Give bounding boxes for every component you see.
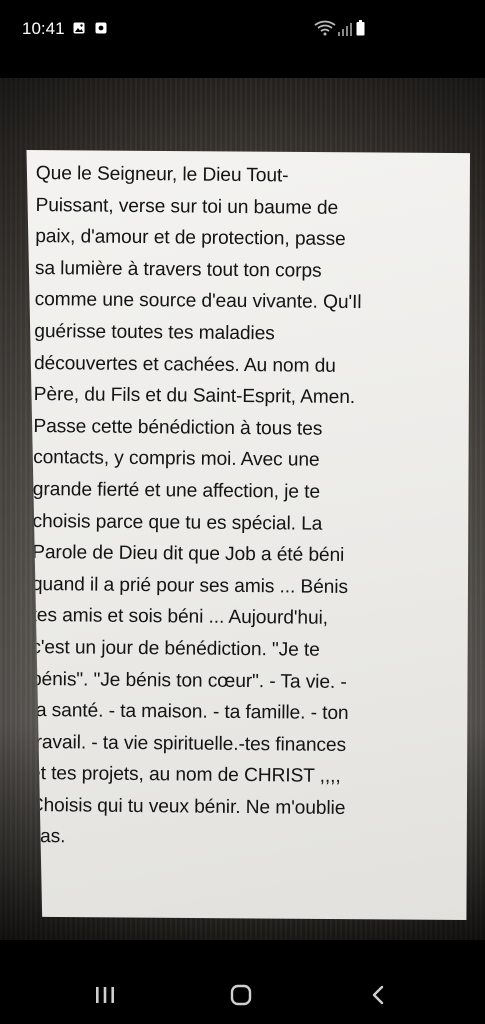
- home-button[interactable]: [229, 984, 253, 1006]
- wifi-icon: [314, 20, 336, 36]
- status-bar: 10:41: [0, 0, 485, 60]
- signal-icon: [338, 23, 352, 36]
- text-line: grande fierté et une affection, je te: [32, 478, 321, 503]
- photo: Que le Seigneur, le Dieu Tout- Puissant,…: [0, 78, 485, 940]
- text-line: Que le Seigneur, le Dieu Tout-: [35, 162, 289, 187]
- text-line: sa lumière à travers tout ton corps: [34, 257, 322, 282]
- text-line: comme une source d'eau vivante. Qu'Il: [34, 289, 362, 314]
- notification-icon: [95, 22, 107, 34]
- text-line: guérisse toutes tes maladies: [34, 320, 275, 345]
- text-line: tes amis et sois béni ... Aujourd'hui,: [31, 605, 329, 630]
- back-button[interactable]: [366, 984, 390, 1006]
- text-line: quand il a prié pour ses amis ... Bénis: [31, 573, 349, 598]
- text-line: et tes projets, au nom de CHRIST ,,,,: [29, 763, 341, 788]
- gallery-icon: [73, 22, 85, 34]
- paper-note: Que le Seigneur, le Dieu Tout- Puissant,…: [26, 150, 470, 920]
- text-line: Choisis qui tu veux bénir. Ne m'oublie: [29, 794, 346, 819]
- status-time: 10:41: [22, 19, 65, 38]
- text-line: pas.: [29, 826, 66, 848]
- text-line: ta santé. - ta maison. - ta famille. - t…: [30, 700, 349, 725]
- recents-button[interactable]: [93, 984, 117, 1006]
- text-line: Passe cette bénédiction à tous tes: [33, 415, 323, 440]
- text-line: choisis parce que tu es spécial. La: [32, 510, 323, 535]
- text-line: travail. - ta vie spirituelle.-tes finan…: [30, 731, 347, 756]
- text-line: Parole de Dieu dit que Job a été béni: [32, 542, 345, 567]
- text-line: paix, d'amour et de protection, passe: [35, 226, 346, 251]
- battery-icon: [356, 20, 365, 36]
- text-line: Père, du Fils et du Saint-Esprit, Amen.: [33, 384, 356, 409]
- navigation-bar: [0, 966, 485, 1024]
- text-line: bénis". "Je bénis ton cœur". - Ta vie. -: [30, 668, 347, 693]
- paper-text: Que le Seigneur, le Dieu Tout- Puissant,…: [29, 158, 456, 857]
- text-line: contacts, y compris moi. Avec une: [33, 447, 320, 472]
- text-line: découvertes et cachées. Au nom du: [33, 352, 336, 377]
- text-line: Puissant, verse sur toi un baume de: [35, 194, 339, 219]
- text-line: c'est un jour de bénédiction. "Je te: [31, 636, 320, 661]
